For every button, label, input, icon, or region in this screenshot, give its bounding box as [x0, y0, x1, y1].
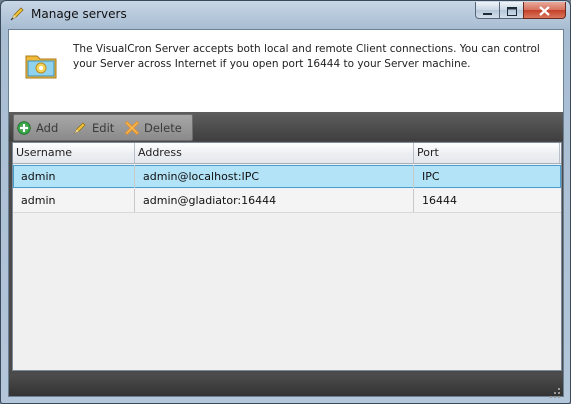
- cell-address: admin@localhost:IPC: [135, 165, 414, 188]
- title-bar[interactable]: Manage servers: [1, 1, 570, 29]
- server-folder-icon: [23, 47, 59, 83]
- client-area: The VisualCron Server accepts both local…: [8, 29, 564, 398]
- cell-username: admin: [13, 189, 135, 212]
- column-header-address[interactable]: Address: [135, 143, 414, 163]
- close-icon: [539, 1, 550, 20]
- resize-grip-icon[interactable]: [550, 383, 560, 398]
- cell-port: IPC: [422, 170, 440, 183]
- cell-address: admin@gladiator:16444: [135, 189, 414, 212]
- column-header-port[interactable]: Port: [414, 143, 560, 163]
- table-row[interactable]: admin admin@gladiator:16444 16444: [13, 189, 561, 213]
- column-header-username[interactable]: Username: [13, 143, 135, 163]
- cell-username: admin: [13, 165, 135, 188]
- status-bar: [9, 374, 563, 398]
- window-title: Manage servers: [31, 7, 127, 21]
- grid-header: Username Address Port: [13, 143, 561, 164]
- maximize-icon: [506, 1, 517, 20]
- close-button[interactable]: [523, 2, 566, 19]
- manage-servers-window: Manage servers The VisualCron Server acc…: [0, 0, 571, 404]
- pencil-icon: [9, 6, 25, 22]
- table-row[interactable]: admin admin@localhost:IPC IPC: [13, 165, 561, 188]
- edit-label: Edit: [92, 120, 115, 135]
- info-text: The VisualCron Server accepts both local…: [73, 43, 540, 70]
- servers-grid[interactable]: Username Address Port admin admin@localh…: [12, 142, 562, 371]
- plus-icon: [17, 120, 31, 135]
- minimize-icon: [483, 1, 492, 20]
- delete-x-icon: [125, 120, 139, 135]
- add-button[interactable]: Add: [17, 119, 58, 136]
- maximize-button[interactable]: [499, 2, 524, 19]
- edit-button[interactable]: Edit: [73, 119, 114, 136]
- delete-label: Delete: [144, 120, 182, 135]
- toolbar: Add Edit Delete: [9, 112, 563, 141]
- minimize-button[interactable]: [475, 2, 500, 19]
- info-panel: The VisualCron Server accepts both local…: [9, 30, 563, 113]
- delete-button[interactable]: Delete: [125, 119, 182, 136]
- toolbar-strip: Add Edit Delete: [13, 114, 193, 141]
- add-label: Add: [36, 120, 59, 135]
- pencil-edit-icon: [74, 122, 86, 134]
- cell-port: 16444: [422, 194, 457, 207]
